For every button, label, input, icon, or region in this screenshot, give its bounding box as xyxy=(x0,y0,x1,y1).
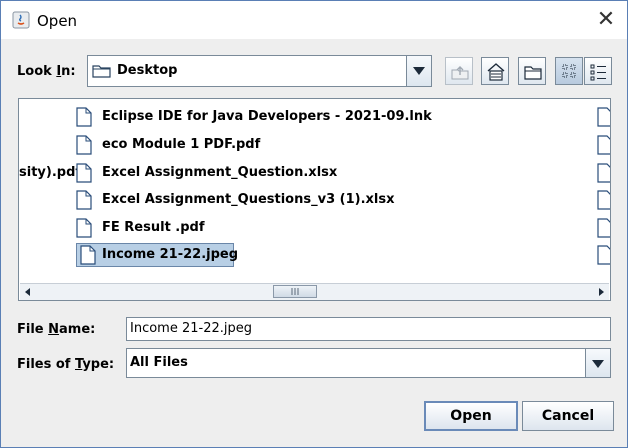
up-one-level-button[interactable] xyxy=(445,57,473,85)
list-item-selected[interactable]: Income 21-22.jpeg xyxy=(76,243,238,267)
new-folder-button[interactable] xyxy=(518,57,546,85)
home-button[interactable] xyxy=(481,57,509,85)
look-in-dropdown-button[interactable] xyxy=(406,56,431,86)
close-icon[interactable]: ✕ xyxy=(595,7,617,33)
folder-icon xyxy=(92,65,111,78)
file-name-value: Income 21-22.jpeg xyxy=(130,321,252,336)
new-folder-icon xyxy=(524,66,542,80)
grip-icon xyxy=(291,288,299,295)
look-in-value: Desktop xyxy=(117,63,178,78)
folder-up-icon xyxy=(451,66,469,80)
file-icon xyxy=(597,135,610,155)
file-icon xyxy=(597,218,610,238)
details-view-icon xyxy=(590,64,606,81)
horizontal-scrollbar[interactable] xyxy=(20,283,609,300)
file-icon xyxy=(597,190,610,210)
scroll-left-icon[interactable] xyxy=(20,284,36,300)
file-list[interactable]: sity).pdf Eclipse IDE for Java Developer… xyxy=(18,98,611,301)
files-of-type-label: Files of Type: xyxy=(17,357,115,372)
file-icon xyxy=(80,245,96,265)
look-in-label: Look In: xyxy=(17,64,76,79)
file-icon xyxy=(597,245,610,265)
partial-file-name[interactable]: sity).pdf xyxy=(19,161,81,185)
scrollbar-thumb[interactable] xyxy=(273,285,317,298)
chevron-down-icon xyxy=(413,67,425,75)
file-icon xyxy=(76,163,92,183)
file-icon xyxy=(597,163,610,183)
file-icon xyxy=(597,107,610,127)
chevron-down-icon xyxy=(592,360,604,368)
file-icon xyxy=(76,190,92,210)
window-title: Open xyxy=(37,12,78,30)
open-button[interactable]: Open xyxy=(424,401,518,431)
cancel-button[interactable]: Cancel xyxy=(522,401,614,431)
files-of-type-dropdown-button[interactable] xyxy=(585,349,610,377)
title-bar: Open ✕ xyxy=(1,1,627,39)
list-view-button[interactable] xyxy=(555,57,583,85)
look-in-combo[interactable]: Desktop xyxy=(87,55,432,87)
open-dialog: Open ✕ Look In: Desktop sity).pdf Eclips… xyxy=(0,0,628,448)
file-icon xyxy=(76,107,92,127)
scroll-right-icon[interactable] xyxy=(593,284,609,300)
details-view-button[interactable] xyxy=(584,57,612,85)
home-icon xyxy=(487,63,505,81)
file-name-label: File Name: xyxy=(17,322,96,337)
files-of-type-combo[interactable]: All Files xyxy=(126,348,611,378)
java-app-icon xyxy=(12,11,30,29)
file-name-field[interactable]: Income 21-22.jpeg xyxy=(126,317,611,341)
list-view-icon xyxy=(562,64,576,78)
files-of-type-value: All Files xyxy=(130,355,188,370)
file-icon xyxy=(76,218,92,238)
file-icon xyxy=(76,135,92,155)
